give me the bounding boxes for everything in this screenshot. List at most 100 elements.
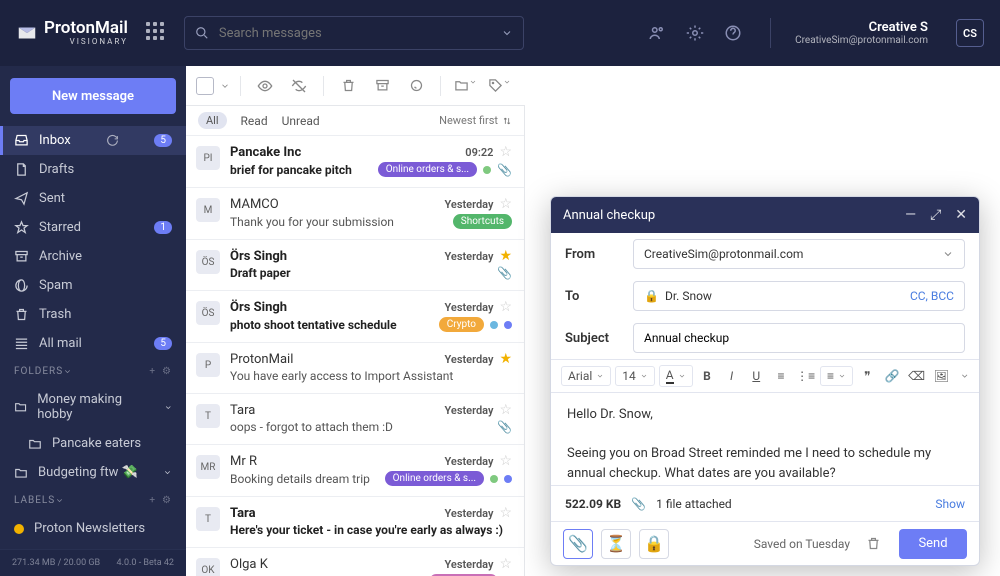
sidebar-item-spam[interactable]: Spam bbox=[0, 271, 186, 300]
label-icon[interactable] bbox=[485, 78, 513, 93]
new-message-button[interactable]: New message bbox=[10, 78, 176, 114]
chevron-down-icon[interactable] bbox=[501, 27, 513, 39]
to-field[interactable]: 🔒 Dr. Snow CC, BCC bbox=[633, 281, 965, 311]
star-icon[interactable]: ☆ bbox=[499, 144, 512, 160]
from-field[interactable]: CreativeSim@protonmail.com bbox=[633, 239, 965, 269]
labels-section-header[interactable]: LABELS+⚙ bbox=[0, 487, 186, 514]
align-selector[interactable]: ≡ bbox=[820, 366, 853, 386]
account-info[interactable]: Creative S CreativeSim@protonmail.com bbox=[795, 20, 928, 46]
help-icon[interactable] bbox=[724, 24, 742, 42]
message-row[interactable]: P ProtonMailYesterday★ You have early ac… bbox=[186, 343, 524, 394]
star-icon[interactable]: ★ bbox=[499, 351, 512, 367]
account-avatar[interactable]: CS bbox=[956, 19, 984, 47]
compose-header[interactable]: Annual checkup — ⤢ ✕ bbox=[551, 197, 979, 233]
star-icon[interactable]: ☆ bbox=[499, 196, 512, 212]
message-row[interactable]: T TaraYesterday☆ oops - forgot to attach… bbox=[186, 394, 524, 445]
trash-icon[interactable] bbox=[334, 78, 362, 93]
star-icon bbox=[14, 220, 29, 235]
message-row[interactable]: OK Olga KYesterday☆ Send me scan of pass… bbox=[186, 548, 524, 576]
image-icon[interactable]: 🖼 bbox=[931, 369, 952, 383]
star-icon[interactable]: ☆ bbox=[499, 505, 512, 521]
close-icon[interactable]: ✕ bbox=[955, 207, 967, 223]
sidebar-item-starred[interactable]: Starred1 bbox=[0, 213, 186, 242]
italic-icon[interactable]: I bbox=[721, 369, 742, 383]
star-icon[interactable]: ☆ bbox=[499, 453, 512, 469]
filter-read[interactable]: Read bbox=[241, 114, 268, 128]
minimize-icon[interactable]: — bbox=[905, 207, 916, 223]
contacts-icon[interactable] bbox=[648, 24, 666, 42]
message-row[interactable]: MR Mr RYesterday☆ Booking details dream … bbox=[186, 445, 524, 497]
show-attachments[interactable]: Show bbox=[935, 497, 965, 511]
add-label-icon[interactable]: + bbox=[149, 495, 156, 506]
sidebar-item-inbox[interactable]: Inbox5 bbox=[0, 126, 186, 155]
sidebar-item-archive[interactable]: Archive bbox=[0, 242, 186, 271]
attachment-size: 522.09 KB bbox=[565, 497, 621, 511]
discard-icon[interactable] bbox=[866, 536, 881, 551]
encryption-button[interactable]: 🔒 bbox=[639, 529, 669, 559]
move-folder-icon[interactable] bbox=[451, 78, 479, 93]
sidebar-item-all-mail[interactable]: All mail5 bbox=[0, 329, 186, 358]
folders-section-header[interactable]: FOLDERS+⚙ bbox=[0, 358, 186, 385]
message-subject: brief for pancake pitch bbox=[230, 163, 372, 177]
sender-name: Örs Singh bbox=[230, 249, 287, 264]
compose-body[interactable]: Hello Dr. Snow, Seeing you on Broad Stre… bbox=[551, 393, 979, 485]
sidebar-item-trash[interactable]: Trash bbox=[0, 300, 186, 329]
chevron-down-icon[interactable] bbox=[942, 248, 954, 260]
search-bar[interactable] bbox=[184, 16, 524, 50]
font-color-selector[interactable]: A bbox=[659, 365, 693, 387]
settings-icon[interactable] bbox=[686, 24, 704, 42]
sender-avatar: MR bbox=[196, 455, 220, 479]
star-icon[interactable]: ☆ bbox=[499, 299, 512, 315]
mark-unread-icon[interactable] bbox=[285, 78, 313, 94]
folder-item[interactable]: Budgeting ftw 💸 bbox=[0, 458, 186, 487]
chevron-down-icon[interactable] bbox=[220, 81, 230, 91]
label-dot bbox=[483, 166, 491, 174]
filter-all[interactable]: All bbox=[198, 112, 227, 129]
archive-icon[interactable] bbox=[368, 78, 396, 93]
quote-icon[interactable]: ❞ bbox=[857, 369, 878, 383]
link-icon[interactable]: 🔗 bbox=[882, 369, 903, 383]
folder-settings-icon[interactable]: ⚙ bbox=[162, 366, 172, 377]
star-icon[interactable]: ☆ bbox=[499, 402, 512, 418]
expand-icon[interactable]: ⤢ bbox=[930, 207, 941, 223]
add-folder-icon[interactable]: + bbox=[149, 366, 156, 377]
send-button[interactable]: Send bbox=[899, 529, 967, 559]
sidebar-item-sent[interactable]: Sent bbox=[0, 184, 186, 213]
folder-item[interactable]: Money making hobby bbox=[0, 385, 186, 429]
refresh-icon[interactable] bbox=[106, 134, 119, 147]
ccbcc-toggle[interactable]: CC, BCC bbox=[910, 289, 954, 303]
logo[interactable]: ProtonMail VISIONARY bbox=[16, 20, 128, 46]
font-size-selector[interactable]: 14 bbox=[615, 366, 655, 386]
message-row[interactable]: ÖS Örs SinghYesterday☆ photo shoot tenta… bbox=[186, 291, 524, 343]
folder-item[interactable]: Pancake eaters bbox=[0, 429, 186, 458]
subject-field[interactable] bbox=[633, 323, 965, 353]
ordered-list-icon[interactable]: ≡ bbox=[771, 369, 792, 383]
underline-icon[interactable]: U bbox=[746, 369, 767, 383]
spam-icon[interactable] bbox=[402, 78, 430, 93]
expiry-button[interactable]: ⏳ bbox=[601, 529, 631, 559]
star-icon[interactable]: ☆ bbox=[499, 556, 512, 572]
attach-button[interactable]: 📎 bbox=[563, 529, 593, 559]
sort-selector[interactable]: Newest first bbox=[439, 114, 512, 127]
sidebar-item-drafts[interactable]: Drafts bbox=[0, 155, 186, 184]
message-row[interactable]: T TaraYesterday☆ Here's your ticket - in… bbox=[186, 497, 524, 548]
mark-read-icon[interactable] bbox=[251, 78, 279, 94]
message-time: Yesterday bbox=[444, 455, 493, 468]
message-row[interactable]: ÖS Örs SinghYesterday★ Draft paper📎 bbox=[186, 240, 524, 291]
label-item[interactable]: Proton Newsletters bbox=[0, 514, 186, 543]
message-row[interactable]: PI Pancake Inc09:22☆ brief for pancake p… bbox=[186, 136, 524, 188]
filter-unread[interactable]: Unread bbox=[282, 114, 320, 128]
unordered-list-icon[interactable]: ⋮≡ bbox=[795, 369, 816, 383]
star-icon[interactable]: ★ bbox=[499, 248, 512, 264]
chevron-down-icon[interactable] bbox=[960, 371, 969, 381]
message-row[interactable]: M MAMCOYesterday☆ Thank you for your sub… bbox=[186, 188, 524, 240]
chevron-down-icon[interactable] bbox=[163, 468, 172, 477]
apps-grid-icon[interactable] bbox=[146, 22, 168, 44]
chevron-down-icon[interactable] bbox=[164, 403, 172, 412]
search-input[interactable] bbox=[219, 26, 491, 41]
bold-icon[interactable]: B bbox=[697, 369, 718, 383]
select-all-checkbox[interactable] bbox=[196, 77, 214, 95]
label-settings-icon[interactable]: ⚙ bbox=[162, 495, 172, 506]
clear-format-icon[interactable]: ⌫ bbox=[906, 369, 927, 383]
font-family-selector[interactable]: Arial bbox=[561, 366, 611, 386]
